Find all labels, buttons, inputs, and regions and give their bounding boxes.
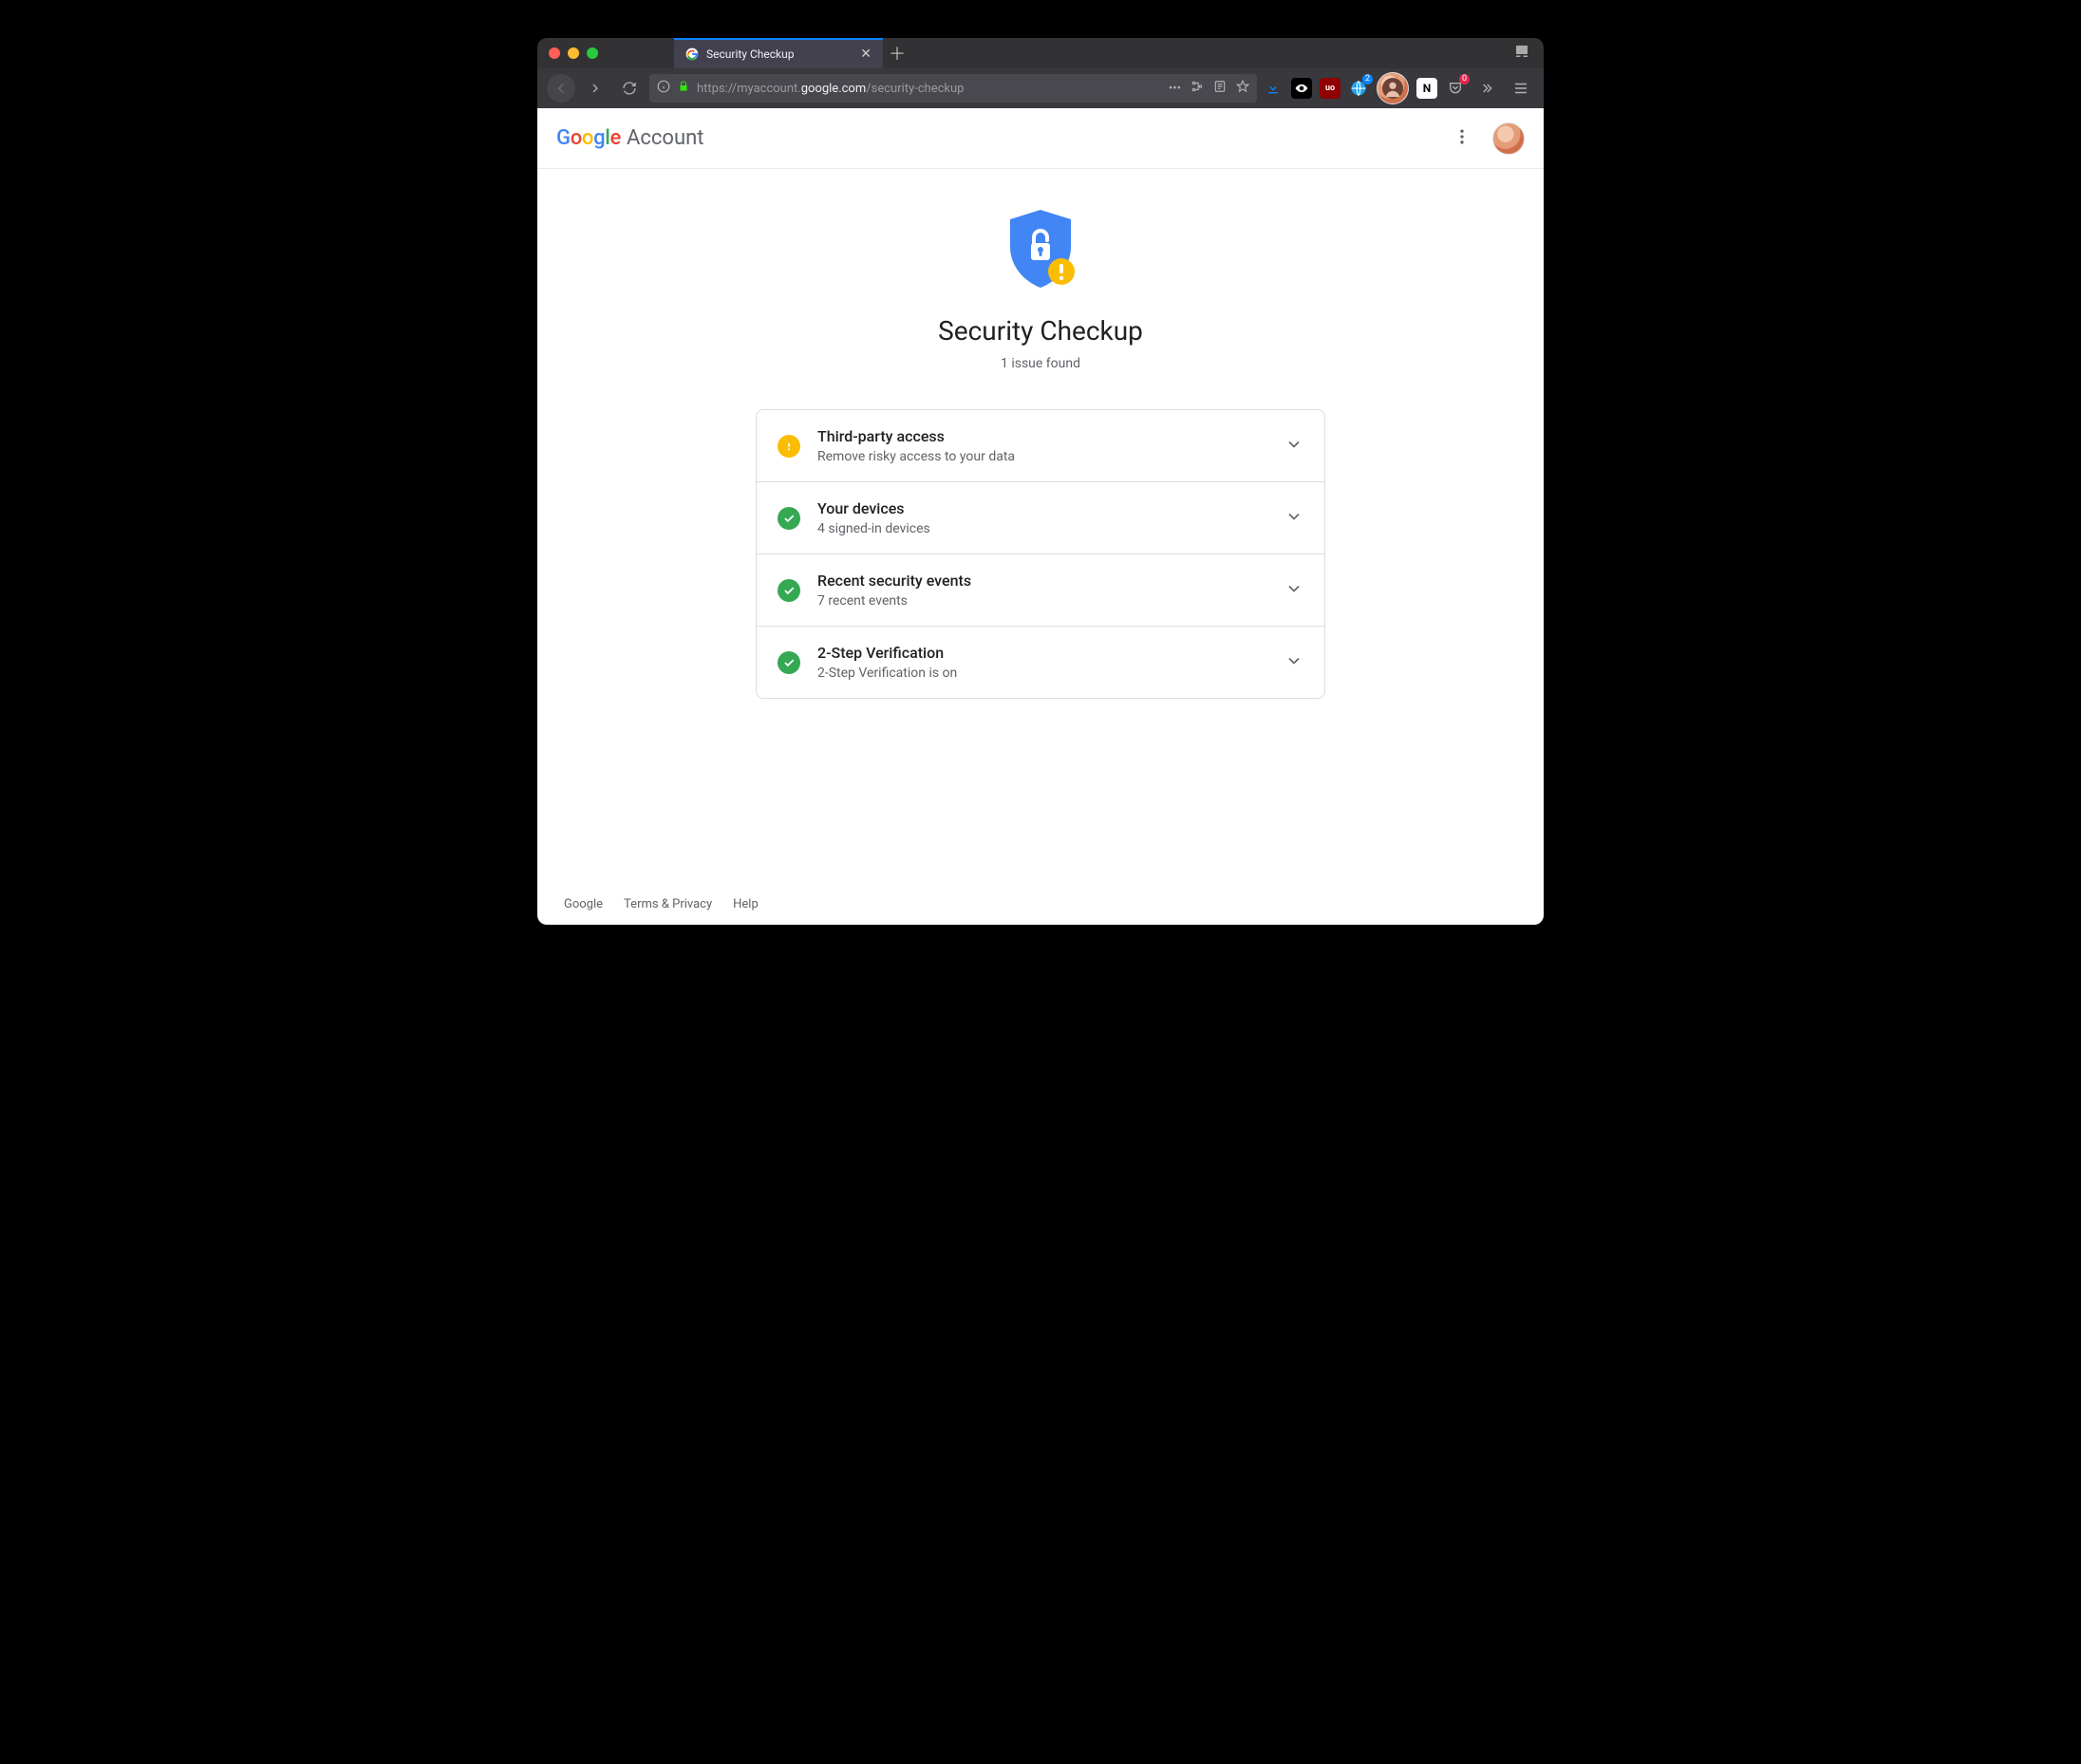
url-prefix: https://myaccount. (697, 82, 801, 96)
screenshot-indicator-icon (1513, 43, 1530, 64)
close-window-button[interactable] (549, 47, 560, 59)
checkup-cards: Third-party access Remove risky access t… (756, 409, 1325, 699)
downloads-icon[interactable] (1263, 78, 1284, 99)
card-your-devices[interactable]: Your devices 4 signed-in devices (757, 481, 1324, 554)
extension-dark-eye-icon[interactable] (1291, 78, 1312, 99)
page-title: Security Checkup (938, 315, 1143, 347)
card-third-party-access[interactable]: Third-party access Remove risky access t… (757, 410, 1324, 481)
card-title: Your devices (817, 499, 1267, 517)
footer-link-google[interactable]: Google (564, 897, 603, 911)
card-2-step-verification[interactable]: 2-Step Verification 2-Step Verification … (757, 626, 1324, 698)
browser-toolbar: https://myaccount.google.com/security-ch… (537, 68, 1544, 108)
forward-button[interactable] (581, 74, 609, 103)
browser-tab-active[interactable]: Security Checkup ✕ (674, 38, 883, 68)
card-title: Third-party access (817, 427, 1267, 445)
titlebar: Security Checkup ✕ ＋ (537, 38, 1544, 68)
url-text: https://myaccount.google.com/security-ch… (697, 82, 1161, 96)
card-text: Third-party access Remove risky access t… (817, 427, 1267, 464)
page-subtitle: 1 issue found (1001, 356, 1080, 371)
shield-lock-warning-icon (1003, 207, 1078, 296)
chevron-down-icon (1284, 579, 1303, 602)
extension-badge-count: 2 (1362, 74, 1373, 84)
back-button[interactable] (547, 74, 575, 103)
tab-title: Security Checkup (706, 47, 794, 61)
card-text: Your devices 4 signed-in devices (817, 499, 1267, 536)
footer: Google Terms & Privacy Help (537, 883, 1544, 925)
card-subtitle: 7 recent events (817, 593, 1267, 609)
hamburger-menu-icon[interactable] (1508, 80, 1534, 97)
toolbar-overflow-icon[interactable] (1473, 81, 1500, 96)
card-subtitle: 4 signed-in devices (817, 521, 1267, 536)
extension-icons: uo 2 N 0 (1263, 72, 1534, 104)
browser-window: Security Checkup ✕ ＋ (537, 38, 1544, 925)
extension-ublock-icon[interactable]: uo (1320, 78, 1340, 99)
more-options-icon[interactable] (1453, 127, 1472, 150)
card-recent-security-events[interactable]: Recent security events 7 recent events (757, 554, 1324, 626)
tree-style-tab-icon[interactable] (1190, 80, 1204, 97)
check-icon (778, 651, 800, 674)
extension-globe-icon[interactable]: 2 (1348, 78, 1369, 99)
site-info-icon[interactable] (657, 80, 670, 97)
reader-mode-icon[interactable] (1213, 80, 1227, 97)
reload-button[interactable] (615, 74, 644, 103)
window-controls (537, 47, 598, 59)
page-actions-icon[interactable]: ••• (1169, 82, 1181, 96)
chevron-down-icon (1284, 435, 1303, 458)
url-actions: ••• (1169, 80, 1249, 97)
extension-save-pocket-icon[interactable]: 0 (1445, 78, 1466, 99)
warning-icon (778, 435, 800, 458)
footer-link-help[interactable]: Help (733, 897, 759, 911)
check-icon (778, 579, 800, 602)
card-subtitle: Remove risky access to your data (817, 449, 1267, 464)
tabstrip: Security Checkup ✕ ＋ (674, 38, 911, 68)
google-logo-text: Google (556, 126, 621, 150)
url-path: /security-checkup (866, 82, 964, 96)
card-title: Recent security events (817, 572, 1267, 590)
chevron-down-icon (1284, 651, 1303, 674)
extension-profile-icon[interactable] (1377, 72, 1409, 104)
google-account-header: Google Account (537, 108, 1544, 169)
card-text: Recent security events 7 recent events (817, 572, 1267, 609)
chevron-down-icon (1284, 507, 1303, 530)
tab-favicon-google-icon (685, 47, 699, 61)
check-icon (778, 507, 800, 530)
account-label: Account (627, 126, 703, 150)
card-text: 2-Step Verification 2-Step Verification … (817, 644, 1267, 681)
page-content: Google Account (537, 108, 1544, 925)
bookmark-star-icon[interactable] (1236, 80, 1249, 97)
card-subtitle: 2-Step Verification is on (817, 666, 1267, 681)
url-host: google.com (801, 82, 867, 96)
lock-icon (678, 81, 689, 96)
main: Security Checkup 1 issue found Third-par… (537, 169, 1544, 883)
header-right (1453, 122, 1525, 155)
google-account-logo[interactable]: Google Account (556, 126, 703, 150)
titlebar-right (1513, 43, 1544, 64)
extension-notion-icon[interactable]: N (1416, 78, 1437, 99)
tab-close-icon[interactable]: ✕ (860, 47, 872, 61)
extension-badge-red: 0 (1459, 74, 1470, 84)
maximize-window-button[interactable] (587, 47, 598, 59)
url-bar[interactable]: https://myaccount.google.com/security-ch… (649, 74, 1257, 103)
user-avatar[interactable] (1492, 122, 1525, 155)
new-tab-button[interactable]: ＋ (883, 38, 911, 68)
hero: Security Checkup 1 issue found (938, 207, 1143, 371)
footer-link-terms[interactable]: Terms & Privacy (624, 897, 712, 911)
card-title: 2-Step Verification (817, 644, 1267, 662)
minimize-window-button[interactable] (568, 47, 579, 59)
